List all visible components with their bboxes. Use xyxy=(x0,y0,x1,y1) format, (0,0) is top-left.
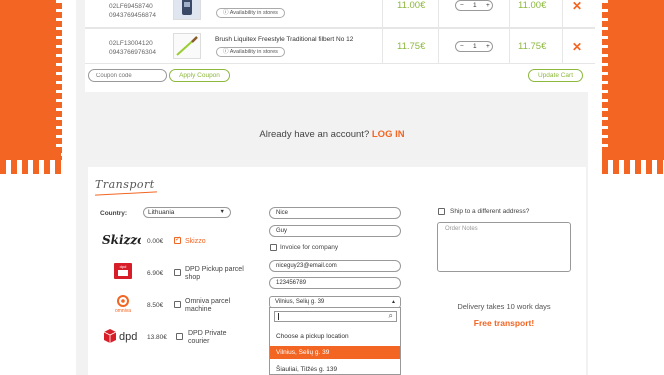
row-total: 11.00€ xyxy=(518,0,547,11)
remove-item-icon[interactable]: ✕ xyxy=(572,0,582,13)
qty-value: 1 xyxy=(473,43,477,50)
skizzo-checkbox[interactable] xyxy=(174,235,181,244)
dpd-logo: dpd xyxy=(103,327,141,350)
product-thumbnail[interactable] xyxy=(173,0,201,20)
omniva-logo-text: omniva xyxy=(115,308,131,314)
product-name-link[interactable]: Brush Liquitex Freestyle Traditional fil… xyxy=(215,36,353,43)
dropdown-option-selected[interactable]: Vilnius, Selių g. 39 xyxy=(270,346,400,359)
unit-price: 11.00€ xyxy=(397,0,426,11)
search-icon: ⌕ xyxy=(388,311,393,320)
product-barcode: 0943769456874 xyxy=(109,12,156,19)
carrier-price: 6.90€ xyxy=(147,270,164,277)
carrier-name: DPD Private courier xyxy=(188,330,227,345)
column-divider xyxy=(382,29,383,63)
skizzo-logo: Skizzo xyxy=(101,231,145,254)
carrier-name: DPD Pickup parcel shop xyxy=(185,266,244,281)
product-thumbnail[interactable] xyxy=(173,33,201,59)
product-code: 02LF13004120 xyxy=(109,40,153,47)
column-divider xyxy=(438,0,439,27)
availability-label: Availability in stores xyxy=(229,10,278,16)
ship-different-label: Ship to a different address? xyxy=(450,208,530,215)
cart-row: 02LF13004120 0943766976304 Brush Liquite… xyxy=(85,28,595,64)
column-divider xyxy=(438,29,439,63)
qty-decrease-button[interactable]: − xyxy=(460,42,464,51)
cart-row: 02LF69458740 0943769456874 ⓘ Availabilit… xyxy=(85,0,595,28)
first-name-field[interactable]: Nice xyxy=(269,207,401,219)
chevron-down-icon: ▼ xyxy=(219,209,225,215)
invoice-company-checkbox[interactable] xyxy=(270,244,277,251)
carrier-price: 8.50€ xyxy=(147,302,164,309)
availability-label: Availability in stores xyxy=(229,49,278,55)
dropdown-search-input[interactable]: ⌕ xyxy=(274,311,397,322)
chevron-up-icon: ▲ xyxy=(391,299,396,305)
quantity-stepper[interactable]: − 1 + xyxy=(455,0,493,11)
carrier-name: Omniva parcel machine xyxy=(185,298,231,313)
column-divider xyxy=(509,0,510,27)
login-prompt: Already have an account? LOG IN xyxy=(76,129,588,140)
ship-different-checkbox[interactable] xyxy=(438,208,445,215)
product-code: 02LF69458740 xyxy=(109,3,153,10)
column-divider xyxy=(382,0,383,27)
login-link[interactable]: LOG IN xyxy=(372,129,405,140)
row-total: 11.75€ xyxy=(518,41,547,52)
column-divider xyxy=(562,29,563,63)
update-cart-button[interactable]: Update Cart xyxy=(528,69,583,82)
quantity-stepper[interactable]: − 1 + xyxy=(455,41,493,52)
login-prompt-text: Already have an account? xyxy=(259,129,370,140)
column-divider xyxy=(562,0,563,27)
dpd-courier-checkbox[interactable] xyxy=(176,333,183,340)
dpd-pickup-logo-text: dpd xyxy=(120,264,127,269)
dropdown-option[interactable]: Choose a pickup location xyxy=(270,330,400,343)
last-name-field[interactable]: Guy xyxy=(269,225,401,237)
text-cursor xyxy=(278,313,279,320)
carrier-name: Skizzo xyxy=(185,238,206,245)
invoice-company-label: Invoice for company xyxy=(280,244,339,251)
product-codes: 02LF69458740 0943769456874 xyxy=(109,2,156,20)
product-barcode: 0943766976304 xyxy=(109,49,156,56)
product-codes: 02LF13004120 0943766976304 xyxy=(109,39,156,57)
orange-brush-decoration-left xyxy=(0,0,66,174)
country-select[interactable]: Lithuania ▼ xyxy=(143,207,231,218)
email-field[interactable]: niceguy23@email.com xyxy=(269,260,401,272)
dpd-pickup-logo: dpd xyxy=(114,263,132,284)
dpd-logo-text: dpd xyxy=(119,331,137,343)
carrier-price: 0.00€ xyxy=(147,238,164,245)
qty-increase-button[interactable]: + xyxy=(486,1,490,10)
carrier-price: 13.80€ xyxy=(147,334,167,341)
apply-coupon-button[interactable]: Apply Coupon xyxy=(169,69,230,82)
order-notes-textarea[interactable]: Order Notes xyxy=(437,222,571,272)
omniva-checkbox[interactable] xyxy=(174,301,181,308)
free-transport-text: Free transport! xyxy=(473,318,535,328)
column-divider xyxy=(509,29,510,63)
skizzo-logo-text: Skizzo xyxy=(102,233,141,247)
delivery-time-text: Delivery takes 10 work days xyxy=(457,302,551,311)
country-value: Lithuania xyxy=(148,209,175,216)
dropdown-option[interactable]: Šiauliai, Tilžės g. 139 xyxy=(270,363,400,375)
pickup-selected-value: Vilnius, Selių g. 39 xyxy=(275,299,325,305)
qty-increase-button[interactable]: + xyxy=(486,42,490,51)
info-icon: ⓘ xyxy=(223,49,230,55)
coupon-code-input[interactable] xyxy=(88,69,167,82)
qty-value: 1 xyxy=(473,2,477,9)
orange-brush-decoration-right xyxy=(598,0,664,174)
omniva-logo: omniva xyxy=(112,294,134,319)
availability-button[interactable]: ⓘ Availability in stores xyxy=(216,47,285,57)
dpd-pickup-checkbox[interactable] xyxy=(174,269,181,276)
qty-decrease-button[interactable]: − xyxy=(460,1,464,10)
country-label: Country: xyxy=(100,210,128,217)
availability-button[interactable]: ⓘ Availability in stores xyxy=(216,8,285,18)
unit-price: 11.75€ xyxy=(397,41,426,52)
section-title: Transport xyxy=(95,178,155,191)
pickup-dropdown: ⌕ Choose a pickup location Vilnius, Seli… xyxy=(269,307,401,375)
info-icon: ⓘ xyxy=(223,10,230,16)
phone-field[interactable]: 123456789 xyxy=(269,277,401,289)
remove-item-icon[interactable]: ✕ xyxy=(572,40,582,54)
